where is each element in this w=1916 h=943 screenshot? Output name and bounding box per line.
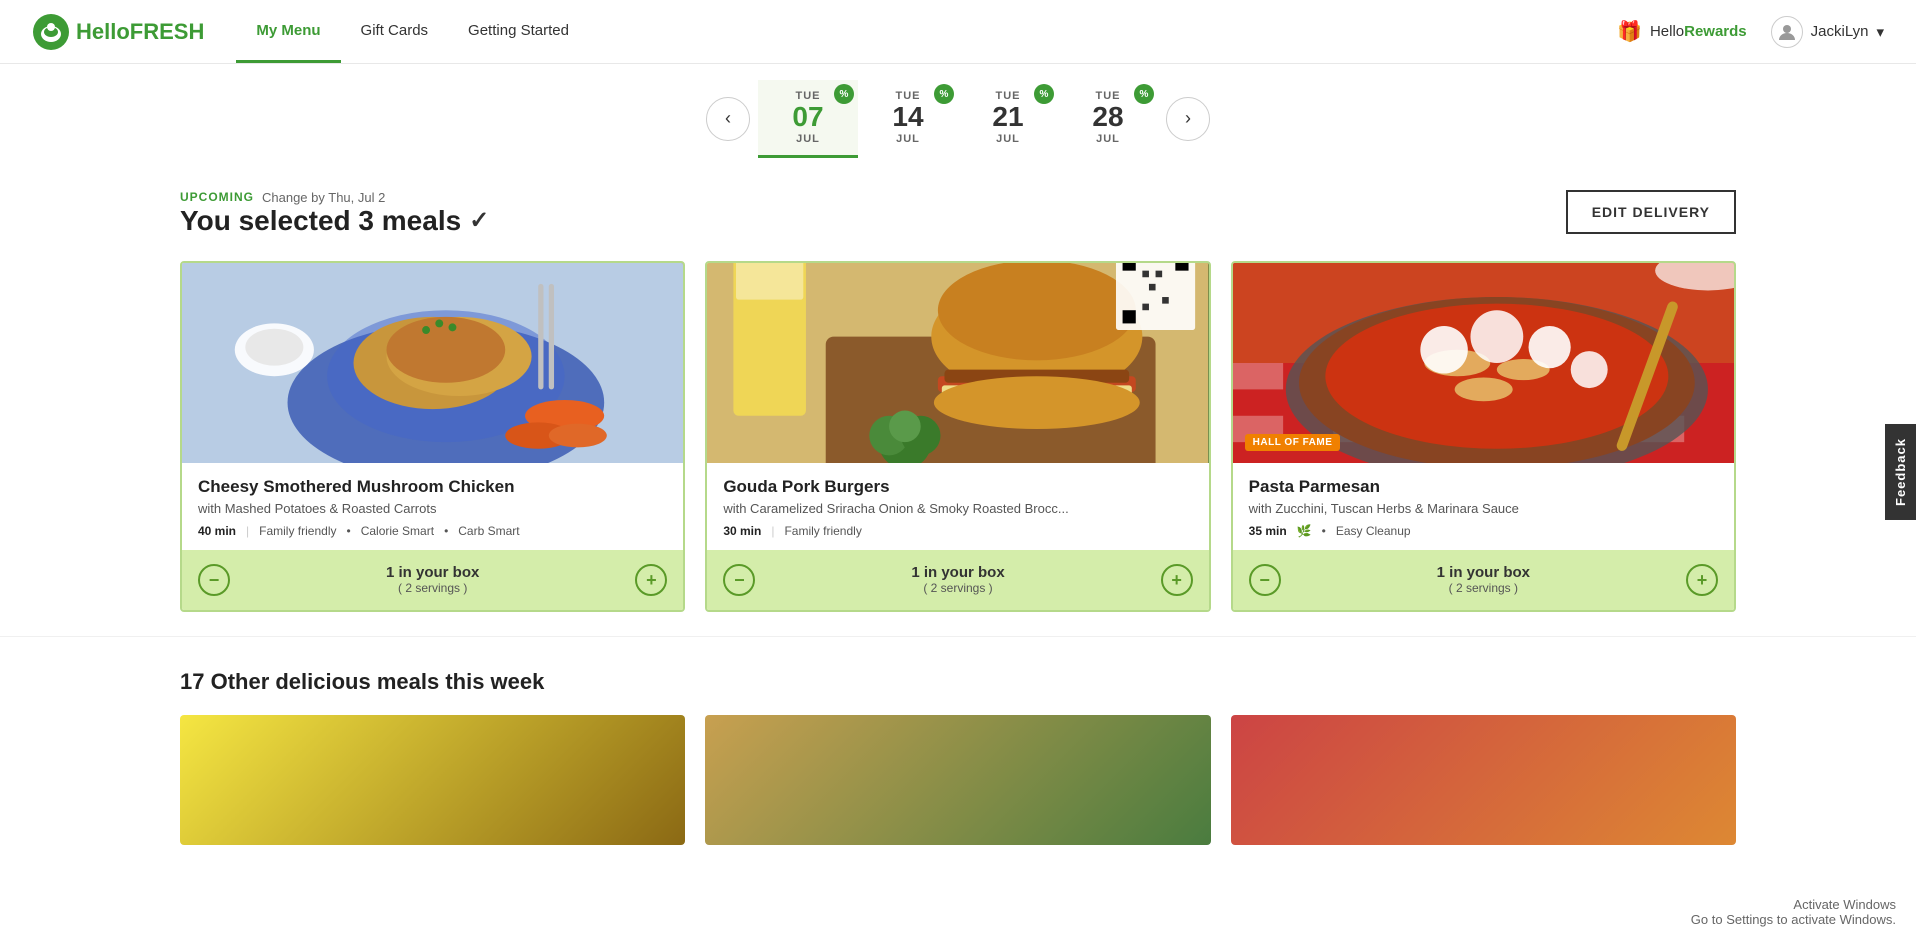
- logo[interactable]: HelloFRESH: [32, 13, 204, 51]
- nav-gift-cards[interactable]: Gift Cards: [341, 0, 449, 63]
- checkmark-icon: ✓: [469, 206, 489, 235]
- decrease-qty-1[interactable]: −: [723, 564, 755, 596]
- user-avatar-icon: [1771, 16, 1803, 48]
- selected-meals-title: You selected 3 meals ✓: [180, 205, 489, 237]
- logo-icon: [32, 13, 70, 51]
- other-meal-card-1[interactable]: [705, 715, 1210, 845]
- date-tab-1[interactable]: TUE 14 JUL %: [858, 80, 958, 158]
- other-meals-section: 17 Other delicious meals this week: [0, 636, 1916, 845]
- user-name: JackiLyn: [1811, 23, 1869, 40]
- other-meal-card-0[interactable]: [180, 715, 685, 845]
- meal-card-body-1: Gouda Pork Burgers with Caramelized Srir…: [707, 463, 1208, 538]
- increase-qty-2[interactable]: +: [1686, 564, 1718, 596]
- date-tab-2[interactable]: TUE 21 JUL %: [958, 80, 1058, 158]
- in-box-main-0: 1 in your box: [230, 564, 635, 581]
- header-right: 🎁 HelloRewards JackiLyn ▾: [1617, 16, 1884, 48]
- meal-tag-0-2: Carb Smart: [458, 524, 519, 538]
- meal-subtitle-0: with Mashed Potatoes & Roasted Carrots: [198, 501, 667, 516]
- meal-subtitle-2: with Zucchini, Tuscan Herbs & Marinara S…: [1249, 501, 1718, 516]
- meal-time-1: 30 min: [723, 524, 761, 538]
- meal-image-1: [707, 263, 1208, 463]
- meal-tag-1-0: Family friendly: [784, 524, 861, 538]
- other-meals-row: [180, 715, 1736, 845]
- main-nav: My Menu Gift Cards Getting Started: [236, 0, 589, 63]
- header: HelloFRESH My Menu Gift Cards Getting St…: [0, 0, 1916, 64]
- hall-of-fame-badge: HALL OF FAME: [1245, 434, 1341, 451]
- meal-title-2: Pasta Parmesan: [1249, 477, 1718, 497]
- main-content: UPCOMING Change by Thu, Jul 2 You select…: [0, 158, 1916, 636]
- date-nav: ‹ TUE 07 JUL % TUE 14 JUL % TUE 21 JUL %…: [0, 64, 1916, 158]
- meal-tags-2: 35 min 🌿 • Easy Cleanup: [1249, 524, 1718, 538]
- leaf-icon: 🌿: [1297, 524, 1312, 538]
- meal-tag-2-0: Easy Cleanup: [1336, 524, 1411, 538]
- in-box-servings-1: ( 2 servings ): [755, 581, 1160, 595]
- meal-image-2: HALL OF FAME: [1233, 263, 1734, 463]
- date-next-button[interactable]: ›: [1166, 97, 1210, 141]
- meal-tags-1: 30 min | Family friendly: [723, 524, 1192, 538]
- percent-badge-1: %: [934, 84, 954, 104]
- increase-qty-0[interactable]: +: [635, 564, 667, 596]
- meal-card-body-2: Pasta Parmesan with Zucchini, Tuscan Her…: [1233, 463, 1734, 538]
- activate-windows-line2: Go to Settings to activate Windows.: [1691, 912, 1896, 927]
- meal-card-0: Cheesy Smothered Mushroom Chicken with M…: [180, 261, 685, 612]
- edit-delivery-button[interactable]: EDIT DELIVERY: [1566, 190, 1736, 234]
- meal-card-body-0: Cheesy Smothered Mushroom Chicken with M…: [182, 463, 683, 538]
- upcoming-row: UPCOMING Change by Thu, Jul 2 You select…: [180, 190, 1736, 237]
- other-meals-title: 17 Other delicious meals this week: [180, 669, 1736, 695]
- percent-badge-3: %: [1134, 84, 1154, 104]
- meal-time-2: 35 min: [1249, 524, 1287, 538]
- meal-card-2: HALL OF FAME Pasta Parmesan with Zucchin…: [1231, 261, 1736, 612]
- chevron-down-icon: ▾: [1876, 23, 1884, 41]
- other-meal-card-2[interactable]: [1231, 715, 1736, 845]
- logo-fresh: FRESH: [130, 19, 205, 44]
- percent-badge-0: %: [834, 84, 854, 104]
- in-box-main-2: 1 in your box: [1281, 564, 1686, 581]
- in-box-servings-2: ( 2 servings ): [1281, 581, 1686, 595]
- in-box-main-1: 1 in your box: [755, 564, 1160, 581]
- date-prev-button[interactable]: ‹: [706, 97, 750, 141]
- meal-tags-0: 40 min | Family friendly • Calorie Smart…: [198, 524, 667, 538]
- activate-windows-line1: Activate Windows: [1691, 897, 1896, 912]
- meal-tag-0-1: Calorie Smart: [361, 524, 434, 538]
- meal-title-1: Gouda Pork Burgers: [723, 477, 1192, 497]
- upcoming-info: UPCOMING Change by Thu, Jul 2 You select…: [180, 190, 489, 237]
- decrease-qty-0[interactable]: −: [198, 564, 230, 596]
- meal-image-0: [182, 263, 683, 463]
- meal-time-0: 40 min: [198, 524, 236, 538]
- user-menu[interactable]: JackiLyn ▾: [1771, 16, 1884, 48]
- date-tab-0[interactable]: TUE 07 JUL %: [758, 80, 858, 158]
- date-tab-3[interactable]: TUE 28 JUL %: [1058, 80, 1158, 158]
- meal-tag-0-0: Family friendly: [259, 524, 336, 538]
- in-box-servings-0: ( 2 servings ): [230, 581, 635, 595]
- meal-card-1: Gouda Pork Burgers with Caramelized Srir…: [705, 261, 1210, 612]
- selected-meals-text: You selected 3 meals: [180, 205, 461, 237]
- nav-my-menu[interactable]: My Menu: [236, 0, 340, 63]
- hello-rewards[interactable]: 🎁 HelloRewards: [1617, 19, 1747, 44]
- change-by-text: Change by Thu, Jul 2: [262, 190, 385, 205]
- percent-badge-2: %: [1034, 84, 1054, 104]
- upcoming-label: UPCOMING: [180, 190, 254, 204]
- decrease-qty-2[interactable]: −: [1249, 564, 1281, 596]
- meal-card-footer-1: − 1 in your box ( 2 servings ) +: [707, 550, 1208, 610]
- nav-getting-started[interactable]: Getting Started: [448, 0, 589, 63]
- logo-hello: Hello: [76, 19, 130, 44]
- meal-title-0: Cheesy Smothered Mushroom Chicken: [198, 477, 667, 497]
- meal-cards: Cheesy Smothered Mushroom Chicken with M…: [180, 261, 1736, 612]
- feedback-tab[interactable]: Feedback: [1885, 424, 1916, 520]
- meal-card-footer-2: − 1 in your box ( 2 servings ) +: [1233, 550, 1734, 610]
- activate-windows-overlay: Activate Windows Go to Settings to activ…: [1691, 897, 1896, 927]
- meal-subtitle-1: with Caramelized Sriracha Onion & Smoky …: [723, 501, 1192, 516]
- meal-card-footer-0: − 1 in your box ( 2 servings ) +: [182, 550, 683, 610]
- increase-qty-1[interactable]: +: [1161, 564, 1193, 596]
- gift-icon: 🎁: [1617, 19, 1642, 44]
